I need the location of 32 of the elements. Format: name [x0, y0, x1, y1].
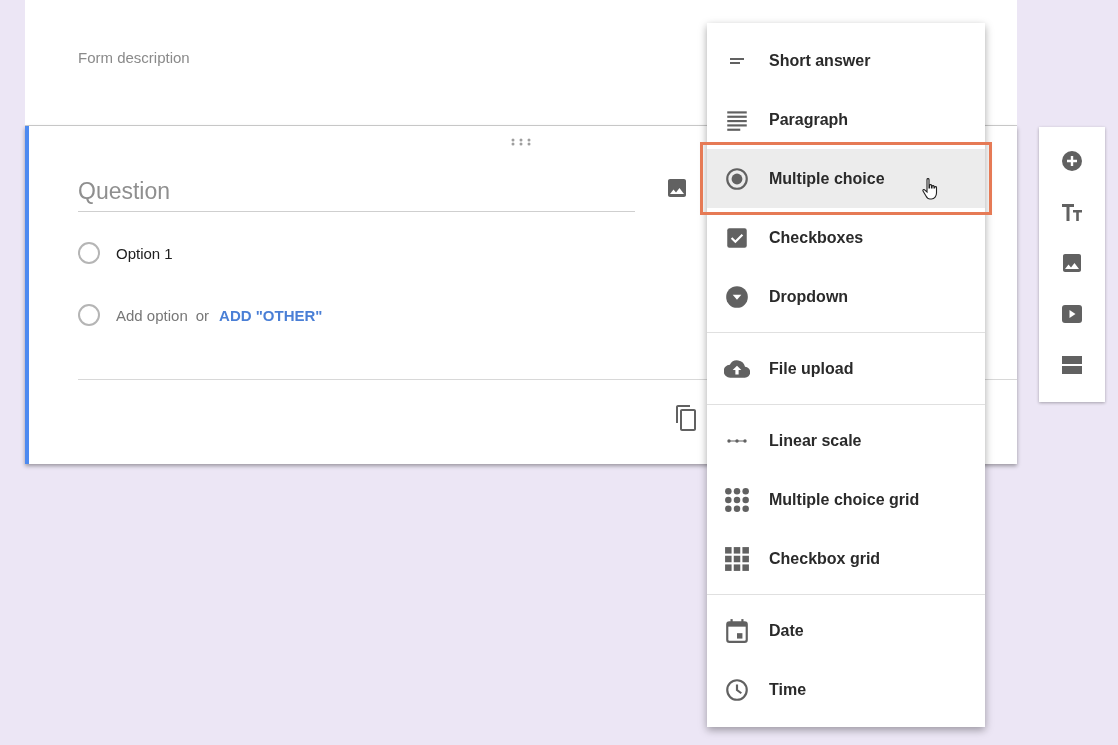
short-type-icon — [729, 56, 745, 65]
time-type-icon — [724, 676, 750, 703]
menu-item[interactable]: File upload — [707, 339, 985, 398]
question-title-field[interactable]: Question — [78, 178, 635, 212]
menu-item[interactable]: Paragraph — [707, 90, 985, 149]
radio-type-icon — [724, 165, 750, 192]
menu-item[interactable]: Date — [707, 601, 985, 660]
add-icon[interactable] — [1060, 149, 1084, 173]
menu-item[interactable]: Dropdown — [707, 267, 985, 326]
menu-item[interactable]: Linear scale — [707, 411, 985, 470]
add-other-link[interactable]: ADD "OTHER" — [219, 306, 323, 324]
menu-item[interactable]: Checkboxes — [707, 208, 985, 267]
section-icon[interactable] — [1060, 353, 1084, 377]
menu-item[interactable]: Short answer — [707, 31, 985, 90]
or-text: or — [195, 306, 210, 324]
menu-item[interactable]: Multiple choice grid — [707, 470, 985, 529]
checkgrid-type-icon — [724, 545, 750, 572]
menu-item[interactable]: Multiple choice — [707, 149, 985, 208]
video-icon[interactable] — [1060, 302, 1084, 326]
image-icon[interactable] — [665, 176, 689, 200]
date-type-icon — [724, 617, 750, 644]
scale-type-icon — [727, 438, 747, 443]
option-label[interactable]: Option 1 — [116, 244, 173, 262]
add-option-label[interactable]: Add option — [116, 306, 188, 324]
menu-item[interactable]: Time — [707, 660, 985, 719]
dropdown-type-icon — [724, 283, 750, 310]
image-icon[interactable] — [1060, 251, 1084, 275]
radiogrid-type-icon — [724, 486, 750, 513]
radio-button[interactable] — [78, 242, 100, 264]
copy-icon[interactable] — [675, 404, 699, 432]
menu-item[interactable]: Checkbox grid — [707, 529, 985, 588]
drag-handle-icon[interactable] — [511, 138, 531, 146]
